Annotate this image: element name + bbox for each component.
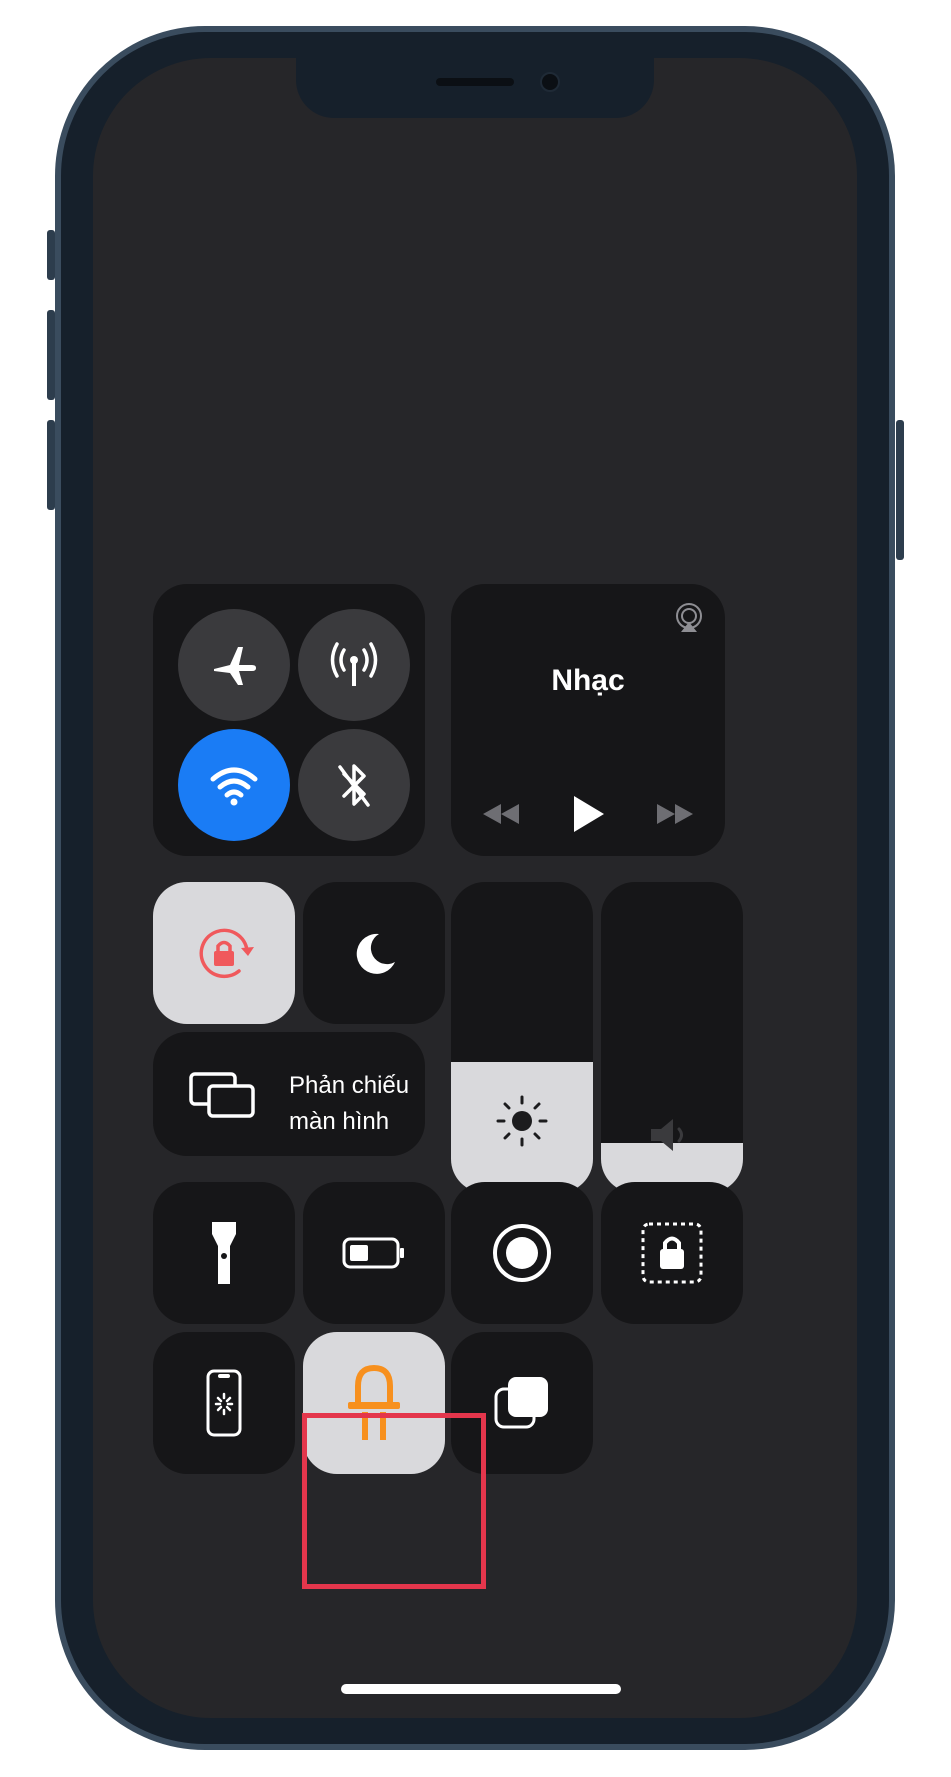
screen-mirroring-icon <box>189 1072 255 1118</box>
screen-mirroring-label-line1: Phản chiếu <box>289 1072 410 1099</box>
power-button[interactable] <box>896 420 904 560</box>
battery-icon <box>342 1237 404 1269</box>
do-not-disturb-toggle[interactable] <box>303 882 445 1024</box>
moon-icon <box>356 933 395 974</box>
phone-loading-icon <box>206 1369 242 1437</box>
home-indicator[interactable] <box>341 1684 621 1694</box>
stacked-squares-icon <box>494 1377 548 1429</box>
screen-mirroring-label-line2: màn hình <box>289 1108 390 1135</box>
speaker-icon <box>651 1119 683 1151</box>
fast-forward-icon[interactable] <box>655 802 695 826</box>
cellular-data-toggle[interactable] <box>298 609 410 721</box>
playback-controls <box>481 784 695 844</box>
highlight-box <box>302 1413 486 1589</box>
screen-mirroring-label: Phản chiếu màn hình <box>289 1068 439 1140</box>
flashlight-toggle[interactable] <box>153 1182 295 1324</box>
record-icon <box>493 1224 551 1282</box>
notch <box>296 58 654 118</box>
guided-access-lock-icon <box>641 1222 703 1284</box>
connectivity-module <box>153 584 425 856</box>
rotation-lock-toggle[interactable] <box>153 882 295 1024</box>
screen-record-toggle[interactable] <box>451 1182 593 1324</box>
volume-down-button[interactable] <box>47 420 55 510</box>
front-camera <box>540 72 560 92</box>
music-title: Nhạc <box>551 664 625 697</box>
antenna-icon <box>330 642 378 686</box>
volume-slider[interactable] <box>601 882 743 1193</box>
volume-up-button[interactable] <box>47 310 55 400</box>
play-icon[interactable] <box>570 794 606 834</box>
screen-time-button[interactable] <box>153 1332 295 1474</box>
rotation-lock-icon <box>199 928 254 979</box>
airplay-icon[interactable] <box>673 602 705 634</box>
wifi-toggle[interactable] <box>178 729 290 841</box>
low-power-mode-toggle[interactable] <box>303 1182 445 1324</box>
sun-icon <box>496 1095 548 1147</box>
screen-mirroring-button[interactable]: Phản chiếu màn hình <box>153 1032 425 1156</box>
action-button[interactable] <box>47 230 55 280</box>
earpiece-speaker <box>436 78 514 86</box>
bluetooth-off-icon <box>338 764 370 807</box>
music-module[interactable]: Nhạc <box>451 584 725 856</box>
guided-access-toggle[interactable] <box>601 1182 743 1324</box>
rewind-icon[interactable] <box>481 802 521 826</box>
flashlight-icon <box>212 1222 236 1284</box>
brightness-slider[interactable] <box>451 882 593 1193</box>
wifi-icon <box>210 767 258 806</box>
airplane-icon <box>214 647 256 685</box>
bluetooth-toggle[interactable] <box>298 729 410 841</box>
airplane-mode-toggle[interactable] <box>178 609 290 721</box>
